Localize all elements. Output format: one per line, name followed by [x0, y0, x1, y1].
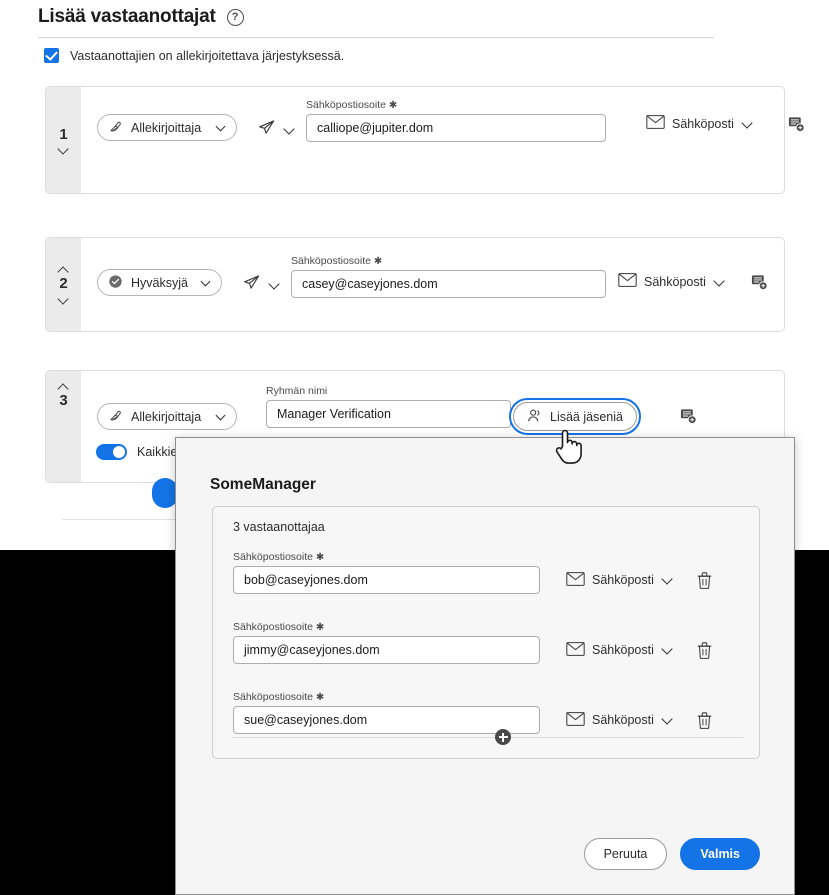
move-down-icon[interactable]: [57, 295, 70, 303]
recipient-2-send-group[interactable]: [242, 273, 282, 297]
dialog-title: SomeManager: [210, 476, 316, 493]
recipient-1-delivery-label: Sähköposti: [672, 116, 734, 131]
recipient-3-role-select[interactable]: Allekirjoittaja: [97, 403, 237, 430]
chevron-down-icon[interactable]: [268, 278, 282, 292]
signing-order-checkbox[interactable]: [44, 48, 59, 63]
recipient-count-label: 3 vastaanottajaa: [233, 520, 325, 534]
member-3-delivery-select[interactable]: Sähköposti: [566, 711, 675, 729]
cancel-button[interactable]: Peruuta: [583, 838, 668, 870]
member-3-email-label: Sähköpostiosoite ✱: [233, 691, 325, 703]
recipient-2-delivery-select[interactable]: Sähköposti: [618, 273, 727, 290]
member-2-delete-button[interactable]: [697, 641, 712, 659]
app-root: Lisää vastaanottajat ? Vastaanottajien o…: [0, 0, 829, 895]
recipient-3-group-name-input[interactable]: Manager Verification: [266, 400, 511, 428]
recipient-3-role-label: Allekirjoittaja: [131, 409, 202, 424]
require-all-toggle[interactable]: [96, 444, 127, 460]
member-2-email-label: Sähköpostiosoite ✱: [233, 621, 325, 633]
member-1-delete-button[interactable]: [697, 571, 712, 589]
envelope-icon: [566, 641, 585, 659]
recipient-1-add-message-icon[interactable]: [788, 116, 805, 133]
recipient-1-role-label: Allekirjoittaja: [131, 120, 202, 135]
recipient-1-email-label: Sähköpostiosoite ✱: [306, 99, 398, 111]
chevron-down-icon[interactable]: [661, 643, 675, 657]
paper-plane-icon[interactable]: [242, 273, 261, 297]
add-members-label: Lisää jäseniä: [550, 409, 623, 424]
question-circle-icon[interactable]: ?: [226, 8, 244, 26]
confirm-button[interactable]: Valmis: [680, 838, 760, 870]
recipient-1-number: 1: [59, 125, 68, 143]
recipient-2-order-column: 2: [46, 238, 81, 331]
add-members-button[interactable]: Lisää jäseniä: [509, 398, 641, 435]
recipient-1-order-column: 1: [46, 87, 81, 193]
dialog-actions: Peruuta Valmis: [583, 838, 760, 870]
page-title: Lisää vastaanottajat: [38, 6, 216, 27]
recipient-2-email-input[interactable]: casey@caseyjones.dom: [291, 270, 606, 298]
recipient-3-number: 3: [59, 392, 68, 409]
envelope-icon: [566, 571, 585, 589]
recipient-1-send-group[interactable]: [257, 118, 297, 142]
recipient-card-1: 1 Allekirjoittaja Sähköpostiosoite ✱ cal…: [45, 86, 805, 194]
chevron-down-icon[interactable]: [216, 122, 227, 133]
members-panel: 3 vastaanottajaa Sähköpostiosoite ✱ bob@…: [212, 506, 760, 759]
add-members-dialog: SomeManager 3 vastaanottajaa Sähköpostio…: [175, 437, 795, 895]
chevron-down-icon[interactable]: [741, 117, 755, 131]
envelope-icon: [646, 115, 665, 132]
member-3-delete-button[interactable]: [697, 711, 712, 729]
recipient-card-2: 2 Hyväksyjä Sähköpostiosoite ✱ casey@cas…: [45, 237, 785, 332]
signing-order-checkbox-row[interactable]: Vastaanottajien on allekirjoitettava jär…: [44, 48, 344, 63]
move-up-icon[interactable]: [57, 266, 70, 274]
recipient-3-group-label: Ryhmän nimi: [266, 385, 328, 397]
recipient-3-group-field: Ryhmän nimi Manager Verification: [266, 385, 511, 428]
chevron-down-icon[interactable]: [713, 275, 727, 289]
signature-pen-icon: [108, 119, 123, 137]
member-1-delivery-label: Sähköposti: [592, 573, 654, 587]
add-member-divider: [233, 737, 743, 738]
envelope-icon: [566, 711, 585, 729]
move-down-icon[interactable]: [57, 145, 70, 153]
recipient-1-email-input[interactable]: calliope@jupiter.dom: [306, 114, 606, 142]
member-3-delivery-label: Sähköposti: [592, 713, 654, 727]
recipient-2-email-label: Sähköpostiosoite ✱: [291, 255, 383, 267]
obscured-region-left: [0, 550, 175, 895]
recipient-3-order-column: 3: [46, 371, 81, 482]
signing-order-label: Vastaanottajien on allekirjoitettava jär…: [70, 48, 345, 63]
plus-circle-icon[interactable]: [495, 729, 511, 745]
recipient-2-number: 2: [59, 275, 68, 293]
recipient-2-role-label: Hyväksyjä: [131, 275, 188, 290]
move-up-icon[interactable]: [57, 383, 70, 391]
people-icon: [527, 408, 542, 426]
check-circle-icon: [108, 274, 123, 292]
member-row-2: Sähköpostiosoite ✱ jimmy@caseyjones.dom …: [233, 621, 743, 664]
chevron-down-icon[interactable]: [201, 277, 212, 288]
paper-plane-icon[interactable]: [257, 118, 276, 142]
recipient-2-role-select[interactable]: Hyväksyjä: [97, 269, 222, 296]
member-1-email-input[interactable]: bob@caseyjones.dom: [233, 566, 540, 594]
member-1-email-label: Sähköpostiosoite ✱: [233, 551, 325, 563]
recipient-2-email-field: Sähköpostiosoite ✱ casey@caseyjones.dom: [291, 255, 606, 298]
member-2-email-input[interactable]: jimmy@caseyjones.dom: [233, 636, 540, 664]
chevron-down-icon[interactable]: [661, 713, 675, 727]
recipient-2-add-message-icon[interactable]: [751, 274, 768, 291]
chevron-down-icon[interactable]: [216, 411, 227, 422]
member-row-3: Sähköpostiosoite ✱ sue@caseyjones.dom Sä…: [233, 691, 743, 734]
recipient-1-role-select[interactable]: Allekirjoittaja: [97, 114, 237, 141]
recipient-3-add-message-icon[interactable]: [680, 408, 697, 425]
chevron-down-icon[interactable]: [661, 573, 675, 587]
header-divider: [38, 37, 714, 38]
page-header: Lisää vastaanottajat ?: [38, 6, 714, 28]
envelope-icon: [618, 273, 637, 290]
member-2-delivery-select[interactable]: Sähköposti: [566, 641, 675, 659]
recipient-3-all-toggle-row[interactable]: Kaikkien: [96, 444, 184, 460]
member-1-delivery-select[interactable]: Sähköposti: [566, 571, 675, 589]
member-row-1: Sähköpostiosoite ✱ bob@caseyjones.dom Sä…: [233, 551, 743, 594]
recipient-1-email-field: Sähköpostiosoite ✱ calliope@jupiter.dom: [306, 99, 606, 142]
recipient-2-delivery-label: Sähköposti: [644, 274, 706, 289]
chevron-down-icon[interactable]: [283, 123, 297, 137]
member-3-email-input[interactable]: sue@caseyjones.dom: [233, 706, 540, 734]
obscured-region-right: [795, 550, 829, 895]
recipient-1-delivery-select[interactable]: Sähköposti: [646, 115, 755, 132]
signature-pen-icon: [108, 408, 123, 426]
member-2-delivery-label: Sähköposti: [592, 643, 654, 657]
